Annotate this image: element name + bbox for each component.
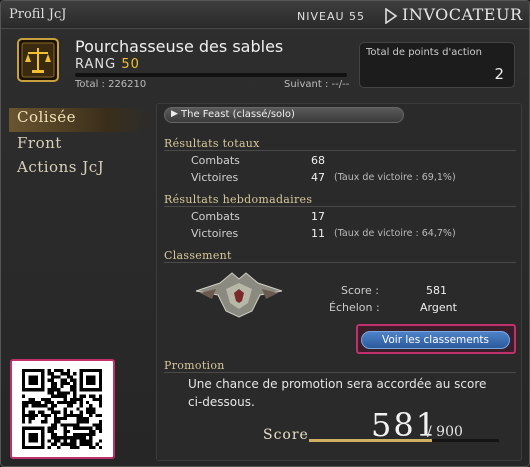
rank-label: RANG 50: [75, 57, 140, 72]
job-name: INVOCATEUR: [402, 5, 523, 24]
promotion-score-label: Score: [263, 427, 309, 443]
window-title: Profil JcJ: [9, 7, 67, 22]
total-points: Total : 226210: [75, 79, 147, 90]
rank-crest-icon: [17, 38, 59, 82]
mode-dropdown[interactable]: ▶ The Feast (classé/solo): [164, 107, 404, 123]
summoner-job-icon: [385, 8, 398, 24]
rank-progress-bar: [75, 73, 347, 77]
weekly-combats-label: Combats: [191, 210, 240, 223]
sidebar-item-actions-jcj[interactable]: Actions JcJ: [9, 158, 149, 182]
action-points-box: Total de points d'action 2: [359, 42, 515, 88]
ranking-tier-value: Argent: [420, 301, 457, 314]
ranking-tier-label: Échelon :: [329, 301, 380, 314]
caret-right-icon: ▶: [171, 109, 178, 119]
ranking-heading: Classement: [164, 249, 516, 263]
ranking-score-value: 581: [426, 284, 447, 297]
qr-code-icon: [22, 369, 102, 449]
sidebar: Colisée Front Actions JcJ: [9, 104, 151, 354]
totals-combats-label: Combats: [191, 154, 240, 167]
totals-combats-value: 68: [311, 154, 325, 167]
sidebar-item-colisee[interactable]: Colisée: [9, 108, 149, 132]
weekly-wins-label: Victoires: [191, 227, 239, 240]
view-rankings-button[interactable]: Voir les classements: [361, 331, 510, 349]
level-label: NIVEAU 55: [297, 10, 366, 23]
action-points-value: 2: [494, 65, 504, 83]
weekly-heading: Résultats hebdomadaires: [164, 193, 516, 207]
totals-wins-value: 47: [311, 171, 325, 184]
ranking-score-label: Score :: [341, 284, 380, 297]
sidebar-item-front[interactable]: Front: [9, 134, 149, 158]
totals-wins-label: Victoires: [191, 171, 239, 184]
totals-win-rate: (Taux de victoire : 69,1%): [334, 172, 456, 183]
next-rank-points: Suivant : --/--: [284, 79, 350, 90]
weekly-win-rate: (Taux de victoire : 64,7%): [334, 228, 456, 239]
weekly-combats-value: 17: [311, 210, 325, 223]
promotion-score-max: / 900: [427, 424, 463, 440]
action-points-label: Total de points d'action: [366, 47, 482, 58]
promotion-text: Une chance de promotion sera accordée au…: [188, 377, 487, 409]
promotion-heading: Promotion: [164, 359, 516, 373]
weekly-wins-value: 11: [311, 227, 325, 240]
mode-dropdown-value: The Feast (classé/solo): [181, 109, 295, 120]
silver-tier-emblem-icon: [195, 272, 283, 318]
title-bar[interactable]: Profil JcJ NIVEAU 55 INVOCATEUR: [1, 1, 529, 29]
rank-value: 50: [121, 57, 140, 72]
pvp-profile-window: Profil JcJ NIVEAU 55 INVOCATEUR Pourchas…: [0, 0, 530, 467]
character-name: Pourchasseuse des sables: [75, 37, 284, 56]
totals-heading: Résultats totaux: [164, 137, 516, 151]
